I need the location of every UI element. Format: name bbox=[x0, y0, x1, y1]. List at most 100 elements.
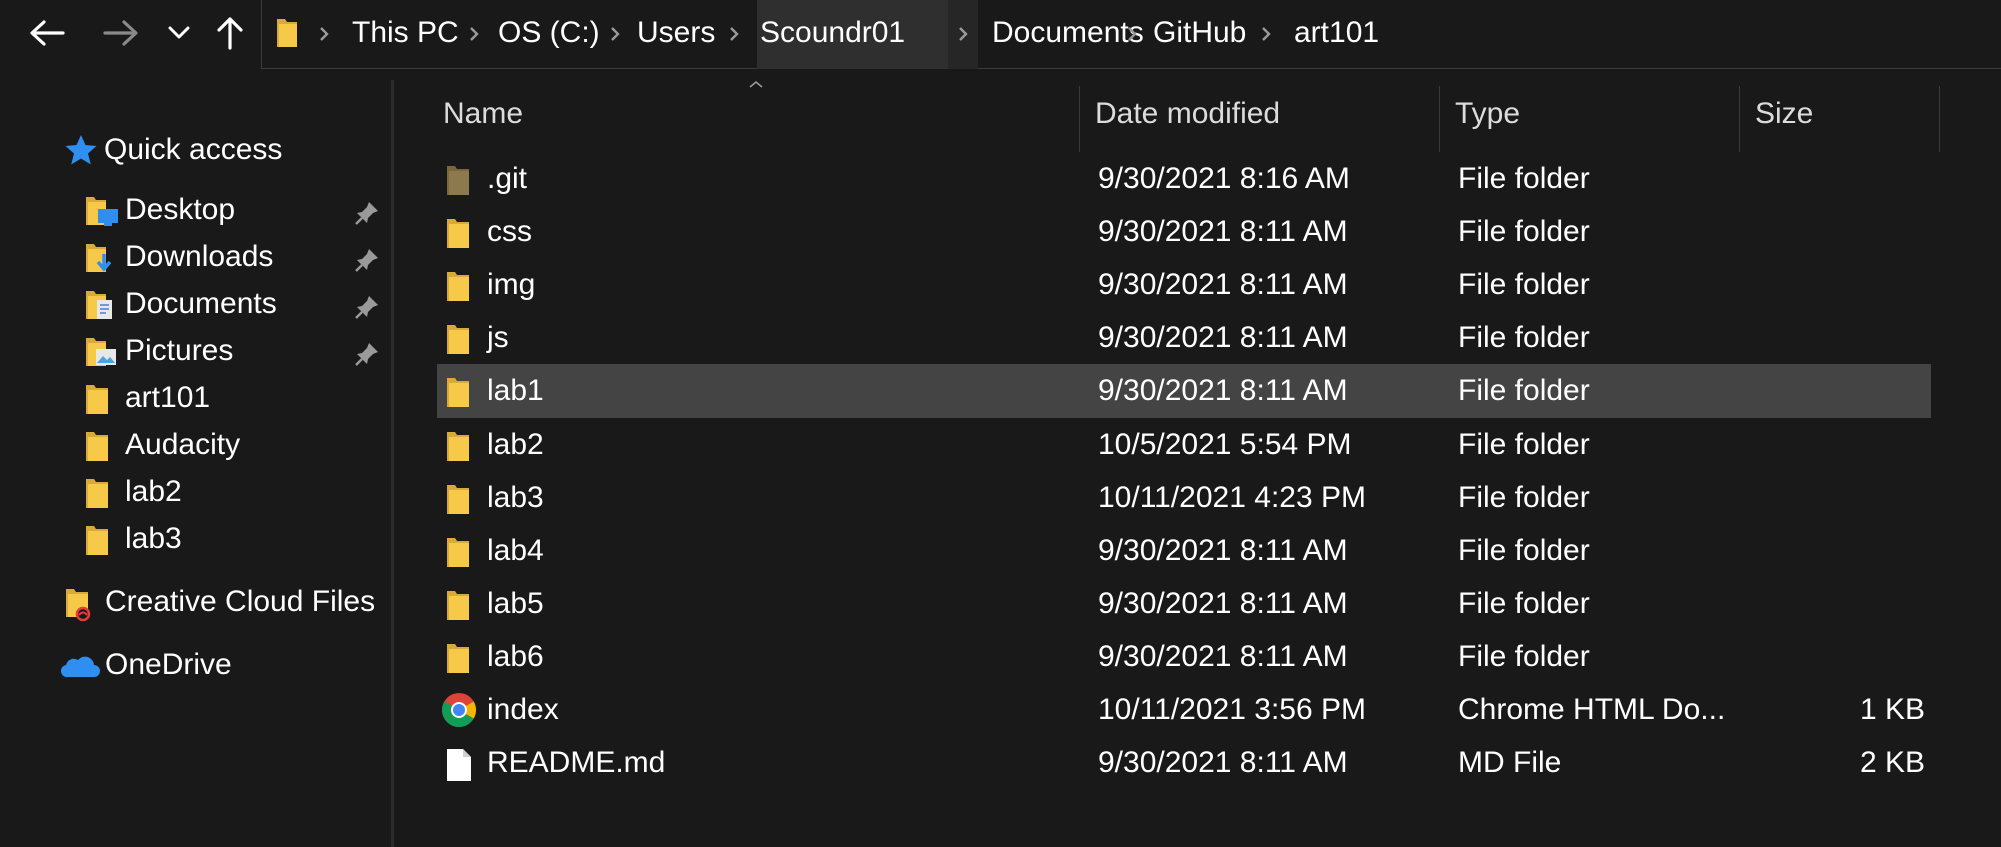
folder-icon bbox=[445, 430, 473, 469]
file-date-modified: 9/30/2021 8:11 AM bbox=[1098, 321, 1348, 354]
file-row[interactable]: index 10/11/2021 3:56 PM Chrome HTML Do...… bbox=[435, 683, 2001, 736]
creative-cloud-folder-icon bbox=[66, 589, 91, 622]
pin-icon[interactable] bbox=[354, 294, 380, 320]
breadcrumb-scoundr01[interactable]: Scoundr01 bbox=[760, 0, 905, 69]
column-divider[interactable] bbox=[1439, 86, 1440, 152]
file-row[interactable]: lab5 9/30/2021 8:11 AM File folder bbox=[435, 577, 2001, 630]
folder-icon bbox=[277, 19, 297, 47]
sidebar-item-lab2[interactable]: lab2 bbox=[84, 468, 384, 516]
address-bar[interactable]: This PC OS (C:) Users Scoundr01 Document… bbox=[261, 0, 2001, 69]
file-name: .git bbox=[487, 162, 528, 195]
column-header-name[interactable]: Name bbox=[443, 78, 523, 148]
file-name: lab6 bbox=[487, 640, 544, 673]
pin-icon[interactable] bbox=[354, 341, 380, 367]
column-divider[interactable] bbox=[1739, 86, 1740, 152]
file-row[interactable]: README.md 9/30/2021 8:11 AM MD File 2 KB bbox=[435, 736, 2001, 789]
folder-icon bbox=[86, 526, 108, 555]
breadcrumb-this-pc[interactable]: This PC bbox=[352, 0, 459, 69]
up-arrow-icon bbox=[217, 17, 243, 50]
sidebar-item-downloads[interactable]: Downloads bbox=[84, 233, 384, 281]
sidebar-item-documents[interactable]: Documents bbox=[84, 280, 384, 328]
file-date-modified: 9/30/2021 8:11 AM bbox=[1098, 534, 1348, 567]
documents-folder-icon bbox=[86, 291, 112, 319]
sidebar-item-quick-access[interactable]: Quick access bbox=[64, 126, 384, 174]
sidebar-item-label: Documents bbox=[125, 287, 277, 320]
file-type: File folder bbox=[1458, 215, 1590, 248]
pin-icon[interactable] bbox=[354, 247, 380, 273]
forward-button[interactable] bbox=[98, 8, 144, 58]
folder-icon bbox=[86, 479, 108, 508]
back-button[interactable] bbox=[24, 8, 70, 58]
file-type: File folder bbox=[1458, 587, 1590, 620]
column-header-size[interactable]: Size bbox=[1755, 78, 1813, 148]
file-date-modified: 10/11/2021 3:56 PM bbox=[1098, 693, 1366, 726]
file-name: css bbox=[487, 215, 532, 248]
star-icon bbox=[65, 135, 97, 165]
pin-icon[interactable] bbox=[354, 200, 380, 226]
up-button[interactable] bbox=[207, 8, 253, 58]
breadcrumb-github[interactable]: GitHub bbox=[1153, 0, 1246, 69]
chevron-right-icon[interactable] bbox=[318, 25, 330, 43]
file-size bbox=[1725, 471, 1925, 524]
sidebar-item-desktop[interactable]: Desktop bbox=[84, 186, 384, 234]
chevron-right-icon[interactable] bbox=[1260, 25, 1272, 43]
column-header-date-modified[interactable]: Date modified bbox=[1095, 78, 1280, 148]
file-row[interactable]: lab1 9/30/2021 8:11 AM File folder bbox=[437, 364, 1931, 418]
file-row[interactable]: lab6 9/30/2021 8:11 AM File folder bbox=[435, 630, 2001, 683]
file-type: File folder bbox=[1458, 640, 1590, 673]
file-name: index bbox=[487, 693, 559, 726]
file-type: File folder bbox=[1458, 321, 1590, 354]
sidebar-item-lab3[interactable]: lab3 bbox=[84, 515, 384, 563]
file-row[interactable]: lab4 9/30/2021 8:11 AM File folder bbox=[435, 524, 2001, 577]
breadcrumb-documents[interactable]: Documents bbox=[992, 0, 1144, 69]
file-date-modified: 9/30/2021 8:11 AM bbox=[1098, 215, 1348, 248]
file-date-modified: 9/30/2021 8:11 AM bbox=[1098, 587, 1348, 620]
chevron-right-icon[interactable] bbox=[468, 25, 480, 43]
navigation-pane: Quick access Desktop Downloads Documents bbox=[0, 70, 393, 847]
file-row[interactable]: css 9/30/2021 8:11 AM File folder bbox=[435, 205, 2001, 258]
file-size bbox=[1725, 152, 1925, 205]
file-type: File folder bbox=[1458, 428, 1590, 461]
sidebar-item-pictures[interactable]: Pictures bbox=[84, 327, 384, 375]
file-row[interactable]: js 9/30/2021 8:11 AM File folder bbox=[435, 311, 2001, 364]
file-size bbox=[1725, 630, 1925, 683]
column-divider[interactable] bbox=[1939, 86, 1940, 152]
file-type: File folder bbox=[1458, 162, 1590, 195]
file-size: 2 KB bbox=[1859, 746, 1925, 779]
folder-icon bbox=[445, 589, 473, 628]
sidebar-item-label: Desktop bbox=[125, 193, 236, 226]
file-size bbox=[1725, 311, 1925, 364]
sidebar-item-label: art101 bbox=[125, 381, 211, 414]
file-size bbox=[1731, 364, 1931, 417]
chevron-right-icon[interactable] bbox=[957, 25, 969, 43]
navigation-pane-divider[interactable] bbox=[391, 80, 394, 847]
file-date-modified: 10/11/2021 4:23 PM bbox=[1098, 481, 1366, 514]
file-row[interactable]: img 9/30/2021 8:11 AM File folder bbox=[435, 258, 2001, 311]
chevron-right-icon[interactable] bbox=[1126, 25, 1138, 43]
breadcrumb-art101[interactable]: art101 bbox=[1294, 0, 1379, 69]
file-type: File folder bbox=[1458, 481, 1590, 514]
sidebar-item-label: Pictures bbox=[125, 334, 234, 367]
sidebar-item-onedrive[interactable]: OneDrive bbox=[58, 641, 384, 689]
column-divider[interactable] bbox=[1079, 86, 1080, 152]
file-row[interactable]: lab2 10/5/2021 5:54 PM File folder bbox=[435, 418, 2001, 471]
file-name: lab2 bbox=[487, 428, 544, 461]
file-row[interactable]: .git 9/30/2021 8:16 AM File folder bbox=[435, 152, 2001, 205]
file-row[interactable]: lab3 10/11/2021 4:23 PM File folder bbox=[435, 471, 2001, 524]
file-type: Chrome HTML Do... bbox=[1458, 693, 1726, 726]
breadcrumb-os-c[interactable]: OS (C:) bbox=[498, 0, 600, 69]
file-date-modified: 9/30/2021 8:11 AM bbox=[1098, 640, 1348, 673]
sidebar-item-art101[interactable]: art101 bbox=[84, 374, 384, 422]
file-date-modified: 9/30/2021 8:16 AM bbox=[1098, 162, 1350, 195]
chevron-right-icon[interactable] bbox=[609, 25, 621, 43]
breadcrumb-users[interactable]: Users bbox=[637, 0, 715, 69]
pictures-folder-icon bbox=[86, 338, 116, 366]
navigation-bar: This PC OS (C:) Users Scoundr01 Document… bbox=[0, 0, 2001, 70]
column-header-type[interactable]: Type bbox=[1455, 78, 1520, 148]
sidebar-item-audacity[interactable]: Audacity bbox=[84, 421, 384, 469]
file-size bbox=[1725, 418, 1925, 471]
sidebar-item-creative-cloud-files[interactable]: Creative Cloud Files bbox=[64, 578, 384, 626]
file-name: img bbox=[487, 268, 536, 301]
recent-locations-button[interactable] bbox=[156, 8, 202, 58]
chevron-right-icon[interactable] bbox=[728, 25, 740, 43]
